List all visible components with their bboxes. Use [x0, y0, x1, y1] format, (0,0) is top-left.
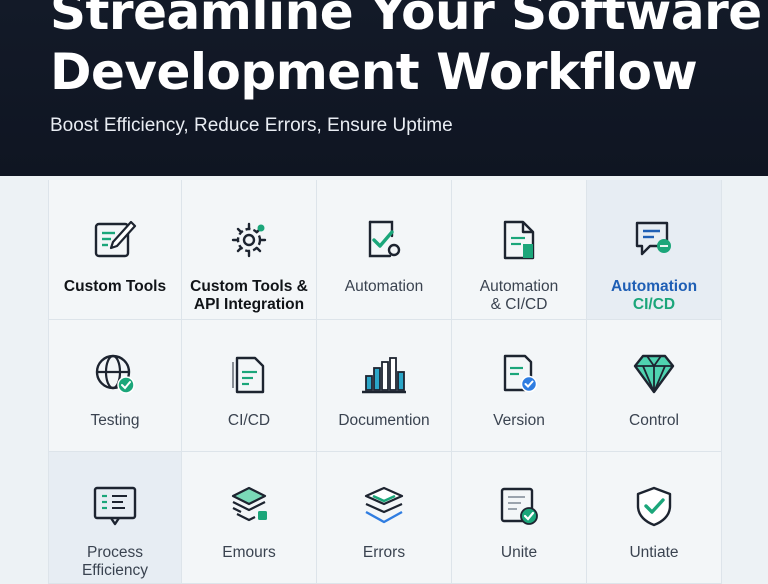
bar-chart-icon — [360, 350, 408, 398]
tile-label-line1: Automation — [610, 278, 698, 295]
gear-settings-icon — [225, 216, 273, 264]
hero-title-line2: Development Workflow — [50, 43, 698, 101]
tile-label-line1: Custom Tools & — [190, 278, 308, 295]
tile-label: Documention — [338, 412, 430, 429]
tile-label: CI/CD — [227, 412, 271, 429]
grid-right-margin — [721, 180, 768, 584]
tile-label: Custom Tools & API Integration — [184, 278, 314, 314]
tile-automation[interactable]: Automation — [317, 180, 452, 320]
layers-stack-icon — [225, 482, 273, 530]
tile-process-efficiency[interactable]: Process Efficiency — [49, 452, 182, 584]
hero-banner: Streamline Your Software Development Wor… — [0, 0, 768, 176]
hero-subtitle: Boost Efficiency, Reduce Errors, Ensure … — [50, 115, 453, 136]
grid-left-margin — [0, 180, 48, 584]
stacked-boxes-icon — [360, 482, 408, 530]
diamond-icon — [630, 350, 678, 398]
tile-label-line2: & CI/CD — [490, 296, 548, 313]
tile-label: Unite — [500, 544, 538, 561]
hero-title: Streamline Your Software Development Wor… — [50, 0, 762, 102]
tile-label: Testing — [90, 412, 140, 429]
document-icon — [495, 216, 543, 264]
tile-label-line1: Automation — [479, 278, 559, 295]
tile-label: Emours — [222, 544, 276, 561]
tile-label: Automation & CI/CD — [474, 278, 564, 314]
tile-label-line1: Process — [87, 544, 143, 561]
tile-label: Automation — [344, 278, 424, 295]
tile-automation-cicd[interactable]: Automation & CI/CD — [452, 180, 587, 320]
document-badge-icon — [495, 350, 543, 398]
tile-documention[interactable]: Documention — [317, 320, 452, 452]
tile-label-line2: API Integration — [193, 296, 305, 313]
tile-label: Version — [493, 412, 545, 429]
tile-label: Errors — [362, 544, 406, 561]
tile-label-line2: CI/CD — [632, 296, 676, 313]
shield-check-icon — [630, 482, 678, 530]
tile-label-line2: Efficiency — [81, 562, 149, 579]
tile-unite[interactable]: Unite — [452, 452, 587, 584]
pencil-document-icon — [91, 216, 139, 264]
tile-emours[interactable]: Emours — [182, 452, 317, 584]
certificate-check-icon — [495, 482, 543, 530]
tile-label: Custom Tools — [63, 278, 167, 295]
tile-label: Automation CI/CD — [605, 278, 703, 314]
chat-message-icon — [630, 216, 678, 264]
tile-testing[interactable]: Testing — [49, 320, 182, 452]
check-window-icon — [360, 216, 408, 264]
tile-label: Untiate — [629, 544, 679, 561]
presentation-board-icon — [91, 482, 139, 530]
tile-control[interactable]: Control — [587, 320, 722, 452]
feature-grid: Custom Tools Custom Tools & API Integrat… — [48, 180, 722, 584]
tile-version[interactable]: Version — [452, 320, 587, 452]
tile-automation-cicd-highlighted[interactable]: Automation CI/CD — [587, 180, 722, 320]
tile-label: Control — [629, 412, 679, 429]
tile-custom-tools[interactable]: Custom Tools — [49, 180, 182, 320]
feature-grid-section: Custom Tools Custom Tools & API Integrat… — [0, 176, 768, 584]
tile-label: Process Efficiency — [76, 544, 154, 580]
file-lines-icon — [225, 350, 273, 398]
tile-errors[interactable]: Errors — [317, 452, 452, 584]
tile-custom-tools-api[interactable]: Custom Tools & API Integration — [182, 180, 317, 320]
globe-check-icon — [91, 350, 139, 398]
hero-title-line1: Streamline Your Software — [50, 0, 762, 41]
tile-cicd[interactable]: CI/CD — [182, 320, 317, 452]
tile-untiate[interactable]: Untiate — [587, 452, 722, 584]
